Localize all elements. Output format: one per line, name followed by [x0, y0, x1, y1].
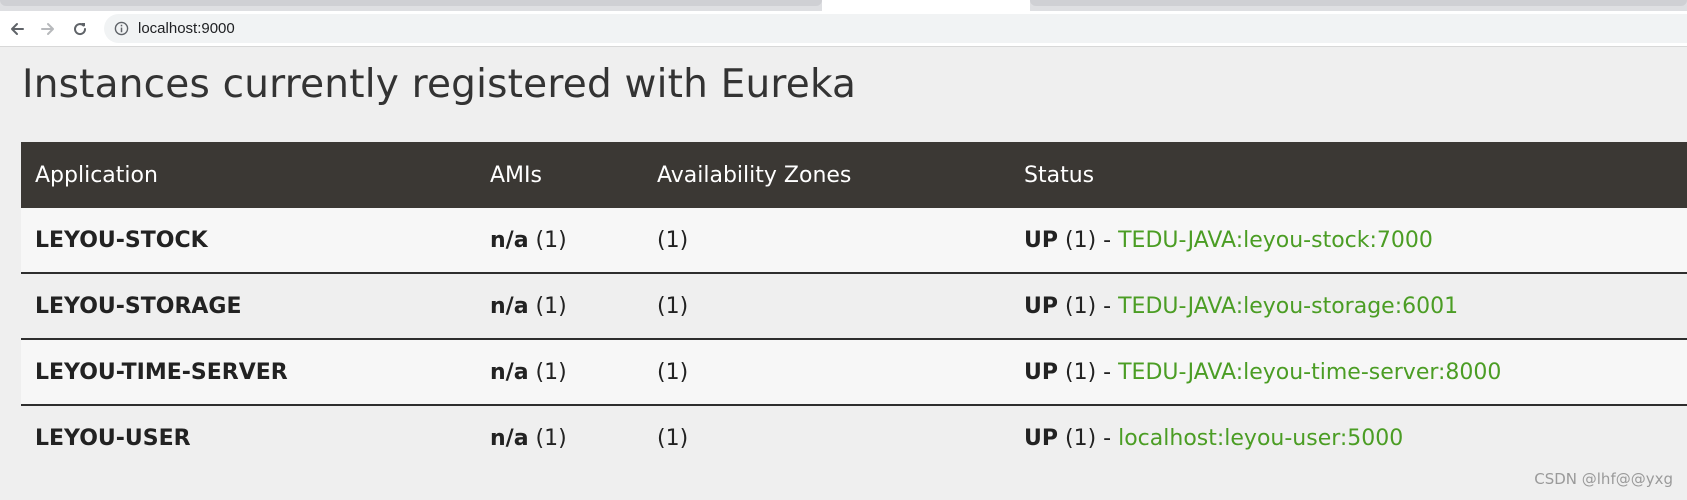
browser-tab-active[interactable] [822, 0, 1030, 11]
ami-cell: n/a (1) [476, 273, 643, 340]
status-value: UP [1024, 227, 1058, 253]
arrow-right-icon[interactable] [37, 18, 59, 40]
availability-zones-cell: (1) [643, 208, 1010, 274]
status-value: UP [1024, 425, 1058, 451]
status-count: (1) - [1065, 227, 1112, 253]
status-count: (1) - [1065, 293, 1112, 319]
availability-zones-cell: (1) [643, 339, 1010, 406]
ami-value: n/a [490, 359, 529, 385]
address-bar[interactable]: localhost:9000 [104, 14, 1687, 43]
status-cell: UP (1) - TEDU-JAVA:leyou-stock:7000 [1010, 208, 1687, 274]
watermark: CSDN @lhf@@yxg [1534, 470, 1673, 488]
ami-value: n/a [490, 425, 529, 451]
status-cell: UP (1) - TEDU-JAVA:leyou-time-server:800… [1010, 339, 1687, 406]
ami-cell: n/a (1) [476, 405, 643, 470]
browser-tab[interactable] [1030, 0, 1687, 6]
instances-table-container: Application AMIs Availability Zones Stat… [21, 142, 1687, 470]
instance-link[interactable]: TEDU-JAVA:leyou-storage:6001 [1118, 294, 1458, 319]
table-row: LEYOU-USER n/a (1) (1) UP (1) - localhos… [21, 405, 1687, 470]
instances-table: Application AMIs Availability Zones Stat… [21, 142, 1687, 470]
availability-zones-cell: (1) [643, 405, 1010, 470]
application-name: LEYOU-USER [21, 405, 476, 470]
application-name: LEYOU-TIME-SERVER [21, 339, 476, 406]
ami-count: (1) [535, 227, 567, 253]
info-icon[interactable] [114, 21, 129, 36]
application-name: LEYOU-STORAGE [21, 273, 476, 340]
ami-count: (1) [535, 293, 567, 319]
status-value: UP [1024, 293, 1058, 319]
application-name: LEYOU-STOCK [21, 208, 476, 274]
table-row: LEYOU-TIME-SERVER n/a (1) (1) UP (1) - T… [21, 339, 1687, 406]
page-title: Instances currently registered with Eure… [22, 62, 857, 107]
tab-strip [0, 0, 1687, 11]
status-count: (1) - [1065, 359, 1112, 385]
header-availability-zones: Availability Zones [643, 142, 1010, 208]
availability-zones-cell: (1) [643, 273, 1010, 340]
header-status: Status [1010, 142, 1687, 208]
status-cell: UP (1) - TEDU-JAVA:leyou-storage:6001 [1010, 273, 1687, 340]
header-application: Application [21, 142, 476, 208]
ami-count: (1) [535, 359, 567, 385]
header-amis: AMIs [476, 142, 643, 208]
browser-toolbar: localhost:9000 [0, 11, 1687, 47]
ami-count: (1) [535, 425, 567, 451]
browser-tab[interactable] [0, 0, 822, 6]
table-row: LEYOU-STOCK n/a (1) (1) UP (1) - TEDU-JA… [21, 208, 1687, 274]
status-cell: UP (1) - localhost:leyou-user:5000 [1010, 405, 1687, 470]
reload-icon[interactable] [69, 18, 91, 40]
table-row: LEYOU-STORAGE n/a (1) (1) UP (1) - TEDU-… [21, 273, 1687, 340]
ami-value: n/a [490, 293, 529, 319]
arrow-left-icon[interactable] [6, 18, 28, 40]
status-count: (1) - [1065, 425, 1112, 451]
status-value: UP [1024, 359, 1058, 385]
ami-value: n/a [490, 227, 529, 253]
ami-cell: n/a (1) [476, 208, 643, 274]
url-text: localhost:9000 [138, 20, 235, 37]
table-header-row: Application AMIs Availability Zones Stat… [21, 142, 1687, 208]
instance-link[interactable]: localhost:leyou-user:5000 [1118, 426, 1403, 451]
instance-link[interactable]: TEDU-JAVA:leyou-time-server:8000 [1118, 360, 1501, 385]
instance-link[interactable]: TEDU-JAVA:leyou-stock:7000 [1118, 228, 1433, 253]
ami-cell: n/a (1) [476, 339, 643, 406]
